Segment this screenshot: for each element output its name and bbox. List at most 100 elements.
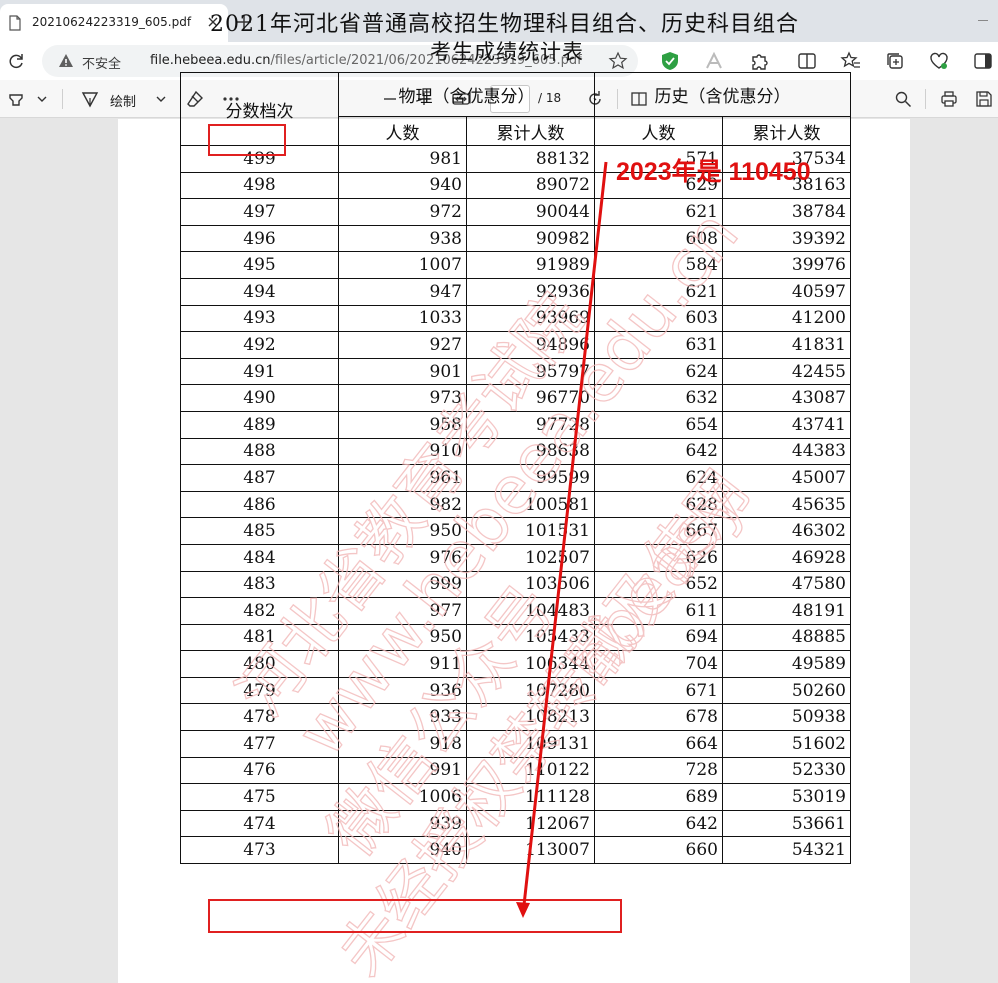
history-count-cell: 689 [594,783,723,811]
history-count-cell: 624 [594,357,723,386]
history-cumulative-cell: 53661 [722,809,851,838]
score-cell: 477 [180,730,339,758]
history-cumulative-cell: 46302 [722,517,851,545]
history-cumulative-cell: 52330 [722,756,851,785]
physics-cumulative-cell: 100581 [466,490,595,519]
history-cumulative-cell: 45007 [722,464,851,492]
physics-count-cell: 981 [338,145,467,173]
chevron-down-icon[interactable] [151,89,171,109]
save-icon[interactable] [974,89,994,109]
table-row: 493 1033 93969 603 41200 [180,304,851,333]
physics-cumulative-cell: 102507 [466,543,595,572]
history-cumulative-cell: 48885 [722,623,851,652]
history-count-cell: 611 [594,597,723,625]
history-cumulative-cell: 39976 [722,251,851,279]
physics-count-cell: 938 [338,224,467,253]
annotation-text: 2023年是 110450 [616,158,811,186]
physics-cumulative-cell: 104483 [466,597,595,625]
minimize-icon[interactable] [978,20,988,21]
score-cell: 476 [180,756,339,785]
physics-count-cell: 936 [338,676,467,705]
print-icon[interactable] [939,89,959,109]
draw-icon[interactable] [80,89,100,109]
table-row: 494 947 92936 621 40597 [180,277,851,306]
favorite-star-icon[interactable] [608,51,628,71]
physics-count-cell: 982 [338,490,467,519]
history-count-cell: 664 [594,730,723,758]
warning-icon[interactable] [58,53,74,69]
physics-count-cell: 961 [338,464,467,492]
physics-count-cell: 972 [338,198,467,226]
reload-icon[interactable] [6,51,26,71]
browser-tab[interactable]: 20210624223319_605.pdf [0,4,228,42]
history-cumulative-cell: 38784 [722,198,851,226]
history-cumulative-cell: 39392 [722,224,851,253]
score-cell: 473 [180,836,339,865]
history-cumulative-cell: 42455 [722,357,851,386]
physics-cumulative-cell: 109131 [466,730,595,758]
history-cumulative-cell: 51602 [722,730,851,758]
history-cumulative-cell: 40597 [722,277,851,306]
tab-title: 20210624223319_605.pdf [32,15,192,29]
chevron-down-icon[interactable] [32,89,52,109]
split-screen-icon[interactable] [796,50,818,72]
favorites-icon[interactable] [840,50,862,72]
history-count-cell: 642 [594,809,723,838]
table-row: 477 918 109131 664 51602 [180,730,851,758]
table-row: 476 991 110122 728 52330 [180,756,851,785]
physics-cumulative-cell: 103506 [466,570,595,599]
table-row: 496 938 90982 608 39392 [180,224,851,253]
physics-count-cell: 910 [338,437,467,466]
history-count-cell: 671 [594,676,723,705]
history-cumulative-cell: 54321 [722,836,851,865]
history-count-header: 人数 [594,116,723,146]
score-cell: 475 [180,783,339,811]
physics-count-cell: 940 [338,836,467,865]
physics-cumulative-cell: 108213 [466,703,595,732]
score-cell: 489 [180,410,339,439]
sidebar-icon[interactable] [972,50,994,72]
physics-cumulative-cell: 110122 [466,756,595,785]
score-cell: 488 [180,437,339,466]
physics-count-cell: 950 [338,623,467,652]
insecure-label[interactable]: 不安全 [82,53,121,72]
table-row: 486 982 100581 628 45635 [180,490,851,519]
extension-a-icon[interactable] [703,50,725,72]
history-count-cell: 667 [594,517,723,545]
history-count-cell: 632 [594,384,723,412]
physics-count-cell: 1006 [338,783,467,811]
physics-cumulative-cell: 90982 [466,224,595,253]
table-row: 484 976 102507 626 46928 [180,543,851,572]
browser-essentials-icon[interactable] [928,50,950,72]
collections-icon[interactable] [884,50,906,72]
history-count-cell: 624 [594,464,723,492]
history-count-cell: 603 [594,304,723,333]
score-cell: 491 [180,357,339,386]
history-cumulative-cell: 50260 [722,676,851,705]
score-cell: 478 [180,703,339,732]
history-cumulative-cell: 46928 [722,543,851,572]
history-count-cell: 728 [594,756,723,785]
history-count-cell: 652 [594,570,723,599]
draw-label[interactable]: 绘制 [110,91,136,110]
score-cell: 474 [180,809,339,838]
history-cumulative-cell: 43741 [722,410,851,439]
history-count-cell: 694 [594,623,723,652]
toolbar-divider [62,89,63,109]
physics-cumulative-cell: 98638 [466,437,595,466]
highlight-icon[interactable] [6,89,26,109]
search-icon[interactable] [893,89,913,109]
physics-count-cell: 950 [338,517,467,545]
physics-count-cell: 918 [338,730,467,758]
history-count-cell: 660 [594,836,723,865]
score-cell: 496 [180,224,339,253]
physics-cumulative-cell: 99599 [466,464,595,492]
physics-cumulative-cell: 90044 [466,198,595,226]
history-cumulative-header: 累计人数 [722,116,851,146]
history-cumulative-cell: 47580 [722,570,851,599]
physics-count-cell: 958 [338,410,467,439]
physics-count-cell: 901 [338,357,467,386]
puzzle-icon[interactable] [748,50,770,72]
shield-icon[interactable] [659,50,681,72]
physics-count-cell: 973 [338,384,467,412]
